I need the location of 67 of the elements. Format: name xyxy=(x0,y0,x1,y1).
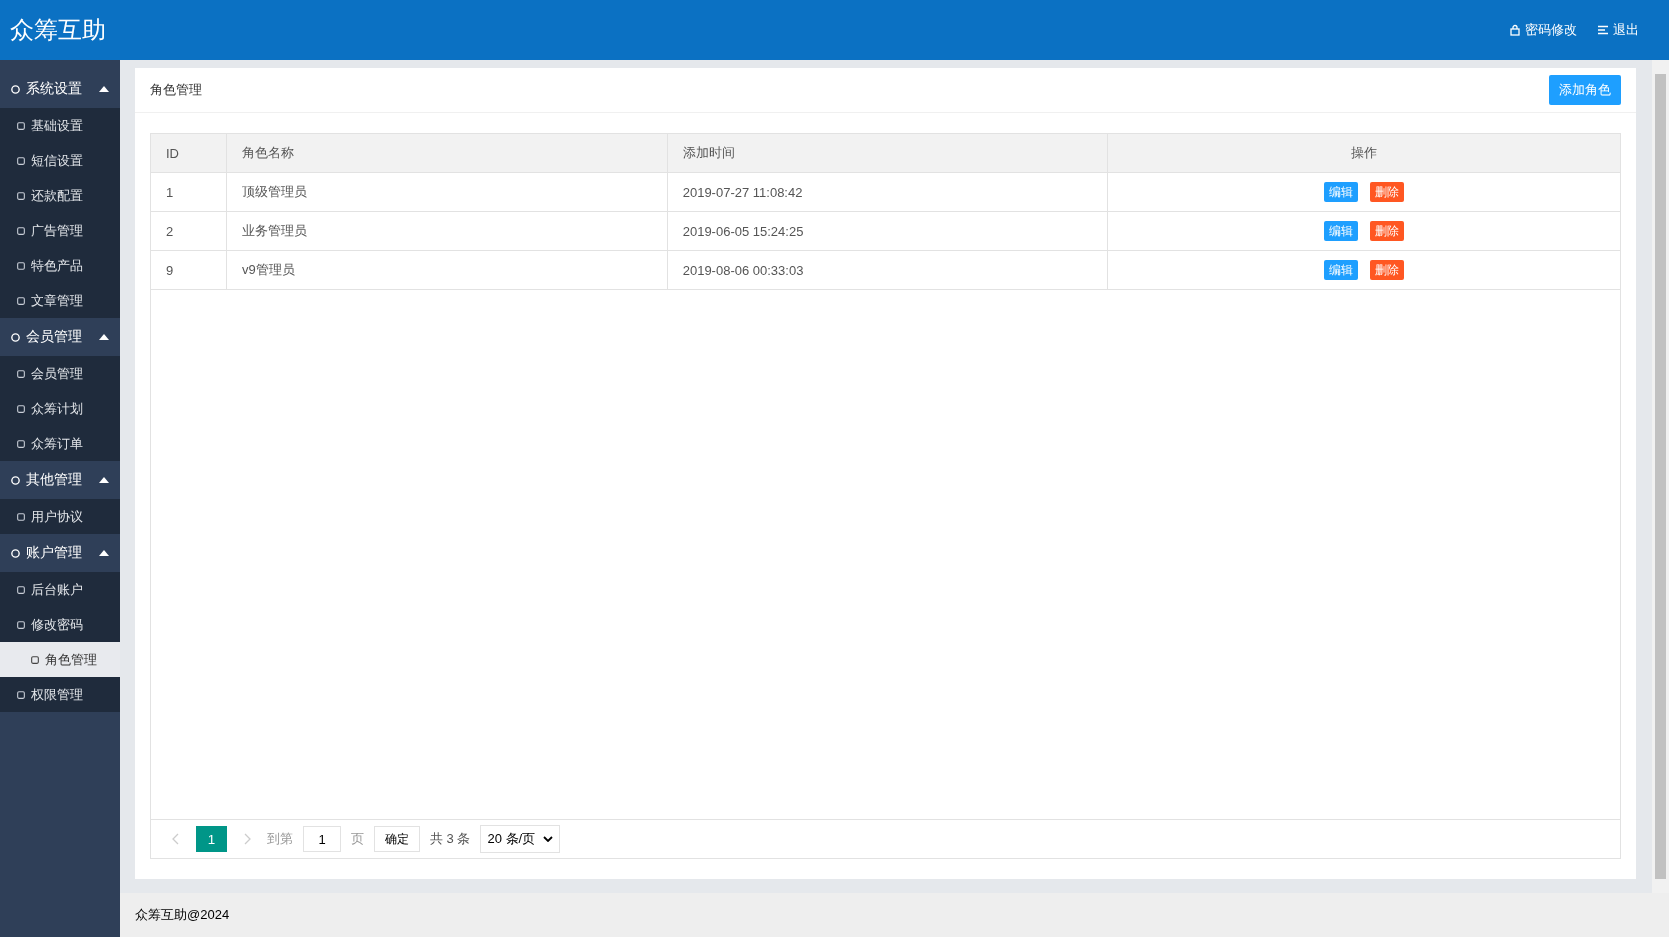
item-icon xyxy=(16,619,26,630)
item-icon xyxy=(16,120,26,131)
confirm-button[interactable]: 确定 xyxy=(374,826,420,852)
item-icon xyxy=(16,155,26,166)
table-cell: 1 xyxy=(151,172,227,212)
app-logo: 众筹互助 xyxy=(10,15,106,45)
sidebar-item[interactable]: 特色产品 xyxy=(0,248,120,283)
table-cell: 2019-08-06 00:33:03 xyxy=(667,250,1108,290)
sidebar-item[interactable]: 后台账户 xyxy=(0,572,120,607)
sidebar-item[interactable]: 众筹计划 xyxy=(0,391,120,426)
group-icon xyxy=(10,474,21,486)
sidebar-item[interactable]: 众筹订单 xyxy=(0,426,120,461)
header-link[interactable]: 密码修改 xyxy=(1509,21,1577,39)
next-page-icon[interactable] xyxy=(243,833,251,845)
group-label: 系统设置 xyxy=(26,80,83,98)
item-icon xyxy=(16,689,26,700)
page-input[interactable]: 1 xyxy=(303,826,341,852)
item-icon xyxy=(16,260,26,271)
sidebar-item[interactable]: 基础设置 xyxy=(0,108,120,143)
item-icon xyxy=(16,368,26,379)
group-label: 会员管理 xyxy=(26,328,83,346)
scrollbar[interactable] xyxy=(1652,60,1669,893)
previous-page-icon[interactable] xyxy=(172,833,180,845)
column-header: 角色名称 xyxy=(226,134,668,173)
table-cell: 9 xyxy=(151,250,227,290)
column-header: ID xyxy=(151,134,227,173)
total-count: 共 3 条 xyxy=(430,830,471,848)
table-cell: 2 xyxy=(151,211,227,251)
item-icon xyxy=(30,654,40,665)
item-icon xyxy=(16,584,26,595)
item-icon xyxy=(16,190,26,201)
item-icon xyxy=(16,438,26,449)
sidebar-item[interactable]: 修改密码 xyxy=(0,607,120,642)
column-header: 添加时间 xyxy=(667,134,1108,173)
panel-title: 角色管理 xyxy=(150,81,202,99)
table-cell: 顶级管理员 xyxy=(226,172,668,212)
group-label: 其他管理 xyxy=(26,471,83,489)
table-cell: 2019-06-05 15:24:25 xyxy=(667,211,1108,251)
table-cell: v9管理员 xyxy=(226,250,668,290)
sidebar-item[interactable]: 广告管理 xyxy=(0,213,120,248)
sidebar-item[interactable]: 用户协议 xyxy=(0,499,120,534)
page-size-select[interactable]: 20 条/页 xyxy=(480,825,561,853)
sidebar-item[interactable]: 权限管理 xyxy=(0,677,120,712)
sidebar-item[interactable]: 还款配置 xyxy=(0,178,120,213)
group-icon xyxy=(10,83,21,95)
table-cell: 业务管理员 xyxy=(226,211,668,251)
menu-icon xyxy=(1597,24,1609,36)
page-button[interactable]: 1 xyxy=(196,826,227,852)
goto-label: 到第 xyxy=(267,830,293,848)
sidebar-item[interactable]: 会员管理 xyxy=(0,356,120,391)
table-cell: 2019-07-27 11:08:42 xyxy=(667,172,1108,212)
sidebar-item[interactable]: 短信设置 xyxy=(0,143,120,178)
group-icon xyxy=(10,547,21,559)
sidebar-item[interactable]: 文章管理 xyxy=(0,283,120,318)
column-header: 操作 xyxy=(1107,134,1620,173)
sidebar-item[interactable]: 角色管理 xyxy=(0,642,120,677)
lock-icon xyxy=(1509,24,1521,36)
footer-text: 众筹互助@2024 xyxy=(135,906,230,924)
chevron-icon xyxy=(543,836,554,842)
group-label: 账户管理 xyxy=(26,544,83,562)
page-unit: 页 xyxy=(351,830,364,848)
item-icon xyxy=(16,225,26,236)
group-icon xyxy=(10,331,21,343)
item-icon xyxy=(16,295,26,306)
item-icon xyxy=(16,403,26,414)
header-link[interactable]: 退出 xyxy=(1597,21,1639,39)
item-icon xyxy=(16,511,26,522)
